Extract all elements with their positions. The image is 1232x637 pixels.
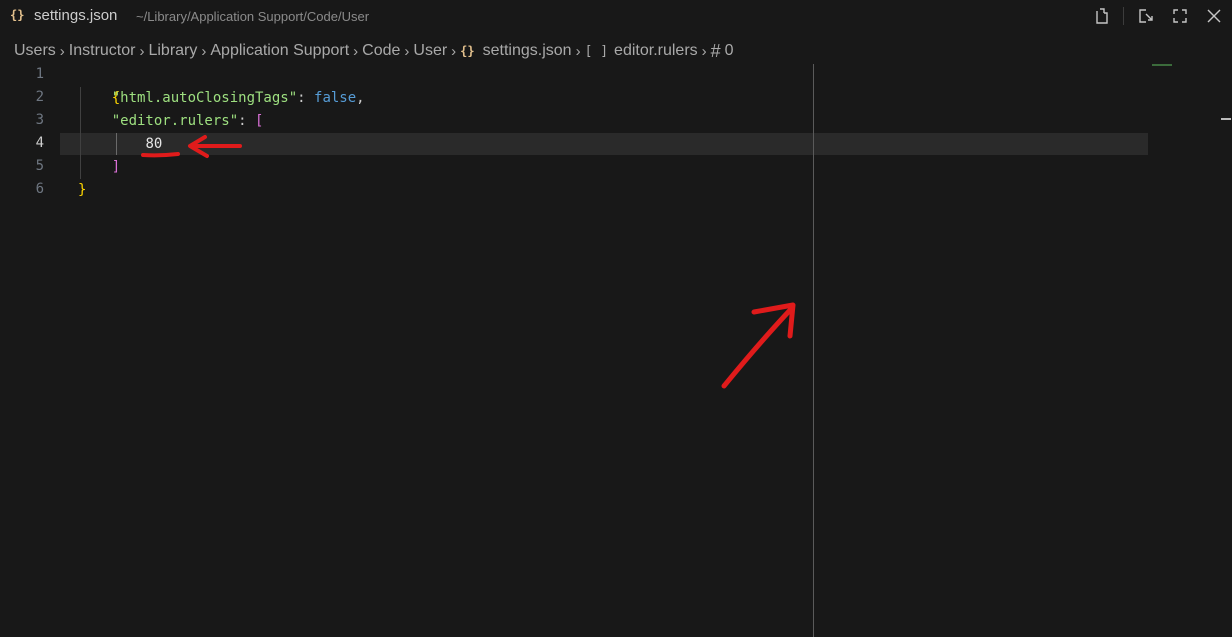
- minimap[interactable]: [1152, 64, 1172, 66]
- line-number: 2: [35, 89, 44, 105]
- breadcrumb-user[interactable]: User: [413, 42, 447, 60]
- comma: ,: [356, 90, 365, 106]
- editor-ruler: [813, 64, 814, 637]
- code-line-5: ]: [78, 156, 120, 179]
- file-path: ~/Library/Application Support/Code/User: [136, 9, 370, 24]
- code-line-1: {: [78, 64, 120, 106]
- breadcrumb-instructor[interactable]: Instructor: [69, 42, 136, 60]
- array-icon: [ ]: [584, 43, 609, 59]
- code-line-6: }: [78, 179, 86, 202]
- breadcrumb-file[interactable]: settings.json: [483, 42, 572, 60]
- breadcrumb-users[interactable]: Users: [14, 42, 56, 60]
- open-bracket: [: [255, 113, 264, 129]
- close-brace: }: [78, 182, 87, 198]
- chevron-right-icon: ›: [59, 42, 65, 60]
- open-preview-icon[interactable]: [1134, 4, 1158, 28]
- code-line-3: "editor.rulers": [: [78, 110, 264, 133]
- number-icon: #: [710, 40, 721, 61]
- code-editor[interactable]: 1 2 3 4 5 6 { "html.autoClosingTags": fa…: [0, 64, 1232, 637]
- line-number-active: 4: [35, 135, 44, 151]
- close-icon[interactable]: [1202, 4, 1226, 28]
- line-number: 3: [35, 112, 44, 128]
- current-line-highlight: [60, 133, 1148, 155]
- json-key: "html.autoClosingTags": [111, 90, 298, 106]
- line-number: 5: [35, 158, 44, 174]
- breadcrumb: Users › Instructor › Library › Applicati…: [14, 40, 734, 62]
- file-name[interactable]: settings.json: [34, 7, 117, 24]
- title-bar: {} settings.json ~/Library/Application S…: [0, 0, 1232, 34]
- chevron-right-icon: ›: [451, 42, 457, 60]
- close-bracket: ]: [111, 159, 121, 175]
- colon: :: [238, 113, 256, 129]
- editor-actions: [1089, 4, 1226, 28]
- json-number: 80: [145, 136, 163, 152]
- breadcrumb-code[interactable]: Code: [362, 42, 400, 60]
- colon: :: [297, 90, 315, 106]
- action-separator: [1123, 7, 1124, 25]
- json-file-icon: {}: [460, 44, 475, 58]
- line-number: 1: [35, 66, 44, 82]
- json-file-icon: {}: [10, 8, 25, 22]
- json-boolean: false: [314, 90, 357, 106]
- line-number: 6: [35, 181, 44, 197]
- chevron-right-icon: ›: [575, 42, 581, 60]
- chevron-right-icon: ›: [404, 42, 410, 60]
- code-line-4: 80: [78, 133, 162, 156]
- code-line-2: "html.autoClosingTags": false,: [78, 87, 365, 110]
- open-changes-icon[interactable]: [1089, 4, 1113, 28]
- chevron-right-icon: ›: [353, 42, 359, 60]
- maximize-icon[interactable]: [1168, 4, 1192, 28]
- json-key: "editor.rulers": [111, 113, 239, 129]
- chevron-right-icon: ›: [701, 42, 707, 60]
- breadcrumb-element[interactable]: 0: [725, 42, 734, 60]
- scrollbar-marker: [1221, 118, 1231, 120]
- chevron-right-icon: ›: [139, 42, 145, 60]
- chevron-right-icon: ›: [201, 42, 207, 60]
- breadcrumb-property[interactable]: editor.rulers: [614, 42, 698, 60]
- breadcrumb-library[interactable]: Library: [148, 42, 197, 60]
- breadcrumb-application-support[interactable]: Application Support: [210, 42, 349, 60]
